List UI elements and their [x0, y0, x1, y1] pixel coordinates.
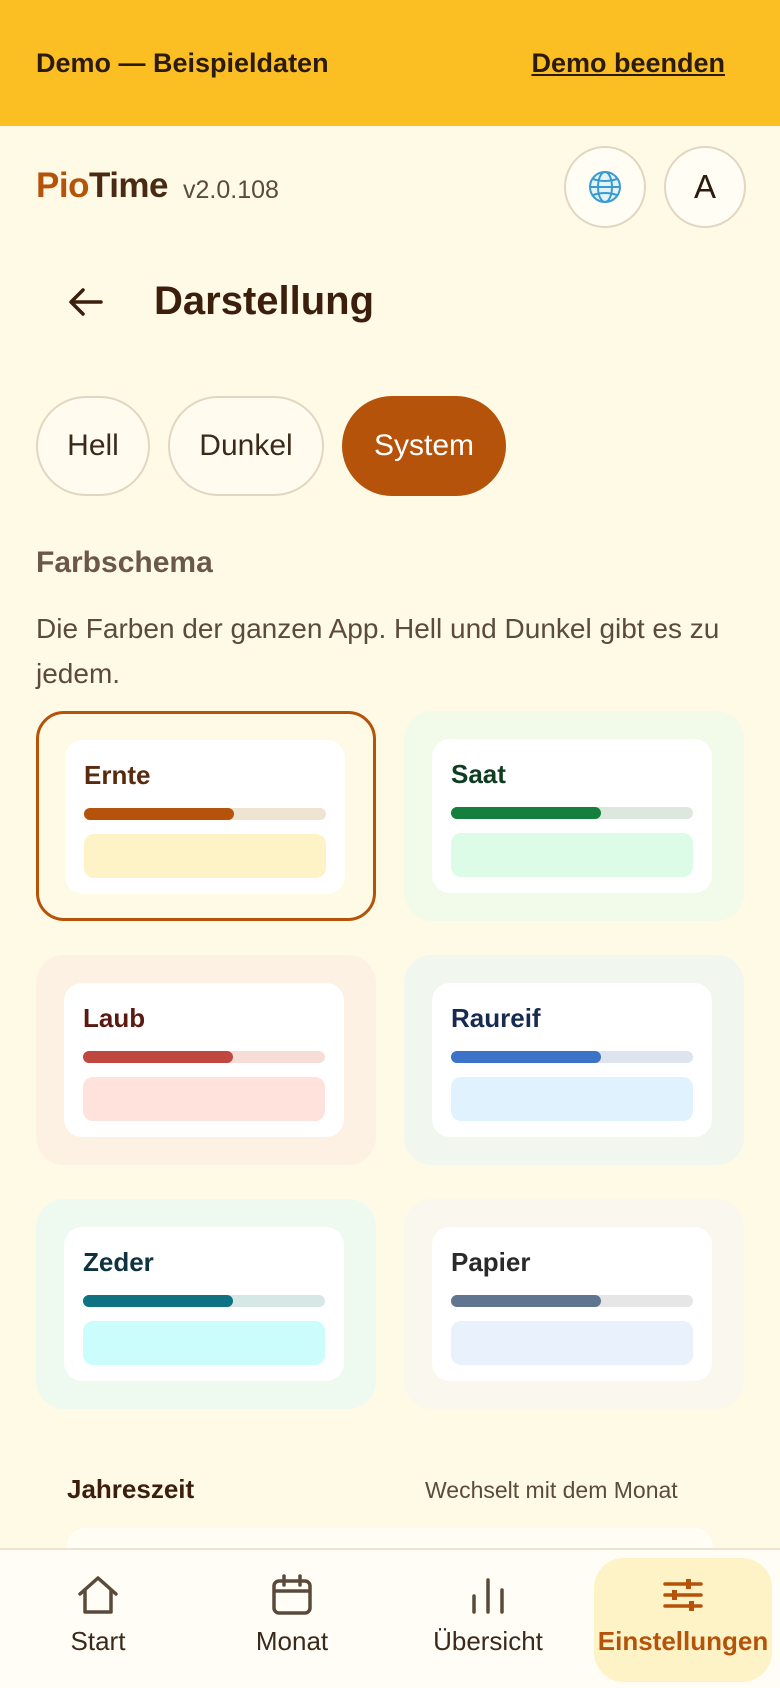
nav-start[interactable]: Start	[48, 1558, 148, 1682]
color-scheme-title: Farbschema	[36, 546, 213, 579]
theme-option-dunkel[interactable]: Dunkel	[168, 396, 324, 496]
scheme-name: Ernte	[84, 760, 151, 790]
scheme-name: Saat	[451, 759, 506, 789]
app-logo: PioTime	[36, 166, 169, 206]
scheme-progress-fill	[451, 807, 602, 819]
app-bar: PioTime v2.0.108 A	[0, 126, 780, 246]
language-button[interactable]	[564, 146, 646, 228]
scheme-name: Raureif	[451, 1003, 541, 1033]
scheme-progress-track	[451, 1295, 693, 1307]
nav-einstellungen[interactable]: Einstellungen	[594, 1558, 772, 1682]
globe-icon	[589, 171, 621, 203]
scheme-swatch	[451, 833, 693, 877]
demo-banner-text: Demo — Beispieldaten	[36, 47, 329, 78]
scheme-card-papier[interactable]: Papier	[404, 1199, 744, 1409]
scheme-card-saat[interactable]: Saat	[404, 711, 744, 921]
scheme-progress-fill	[451, 1295, 602, 1307]
scheme-progress-fill	[83, 1051, 234, 1063]
home-icon	[78, 1576, 118, 1614]
bar-chart-icon	[472, 1578, 504, 1614]
scheme-progress-fill	[451, 1051, 602, 1063]
season-hint: Wechselt mit dem Monat	[425, 1477, 678, 1503]
scheme-preview: Papier	[432, 1227, 712, 1381]
calendar-icon	[272, 1574, 312, 1615]
avatar-initial: A	[693, 168, 716, 205]
scheme-card-raureif[interactable]: Raureif	[404, 955, 744, 1165]
theme-option-system[interactable]: System	[342, 396, 506, 496]
page-title: Darstellung	[154, 279, 375, 323]
scheme-swatch	[84, 834, 326, 878]
logo-part-time: Time	[88, 166, 169, 205]
demo-banner: Demo — Beispieldaten Demo beenden	[0, 0, 780, 126]
end-demo-link[interactable]: Demo beenden	[531, 48, 725, 79]
theme-option-hell[interactable]: Hell	[36, 396, 150, 496]
scheme-preview: Laub	[64, 983, 344, 1137]
nav-einstellungen-label: Einstellungen	[597, 1626, 769, 1656]
nav-monat-label: Monat	[255, 1626, 329, 1656]
avatar-button[interactable]: A	[664, 146, 746, 228]
nav-uebersicht-label: Übersicht	[433, 1626, 543, 1656]
logo-part-pio: Pio	[36, 166, 89, 205]
scheme-preview: Ernte	[65, 740, 345, 894]
back-button[interactable]	[60, 276, 112, 328]
color-scheme-description: Die Farben der ganzen App. Hell und Dunk…	[36, 613, 720, 689]
arrow-left-icon	[69, 288, 103, 316]
scheme-preview: Zeder	[64, 1227, 344, 1381]
scheme-card-zeder[interactable]: Zeder	[36, 1199, 376, 1409]
nav-uebersicht[interactable]: Übersicht	[418, 1558, 558, 1682]
scheme-progress-track	[451, 1051, 693, 1063]
scheme-progress-track	[83, 1295, 325, 1307]
scheme-name: Zeder	[83, 1247, 154, 1277]
app-version: v2.0.108	[183, 176, 279, 204]
sliders-icon	[663, 1579, 703, 1611]
scheme-swatch	[83, 1321, 325, 1365]
scheme-card-ernte[interactable]: Ernte	[36, 711, 376, 921]
scheme-progress-track	[83, 1051, 325, 1063]
scheme-swatch	[451, 1077, 693, 1121]
scheme-progress-track	[84, 808, 326, 820]
scheme-preview: Saat	[432, 739, 712, 893]
scheme-name: Laub	[83, 1003, 146, 1033]
nav-start-label: Start	[70, 1626, 126, 1656]
nav-monat[interactable]: Monat	[242, 1558, 342, 1682]
scheme-name: Papier	[451, 1247, 531, 1277]
scheme-swatch	[83, 1077, 325, 1121]
scheme-progress-fill	[84, 808, 235, 820]
bottom-navigation: Start Monat Übersicht Einstellungen	[0, 1548, 780, 1688]
scheme-preview: Raureif	[432, 983, 712, 1137]
scheme-progress-track	[451, 807, 693, 819]
scheme-card-laub[interactable]: Laub	[36, 955, 376, 1165]
scheme-progress-fill	[83, 1295, 234, 1307]
scheme-swatch	[451, 1321, 693, 1365]
season-label: Jahreszeit	[67, 1474, 195, 1504]
